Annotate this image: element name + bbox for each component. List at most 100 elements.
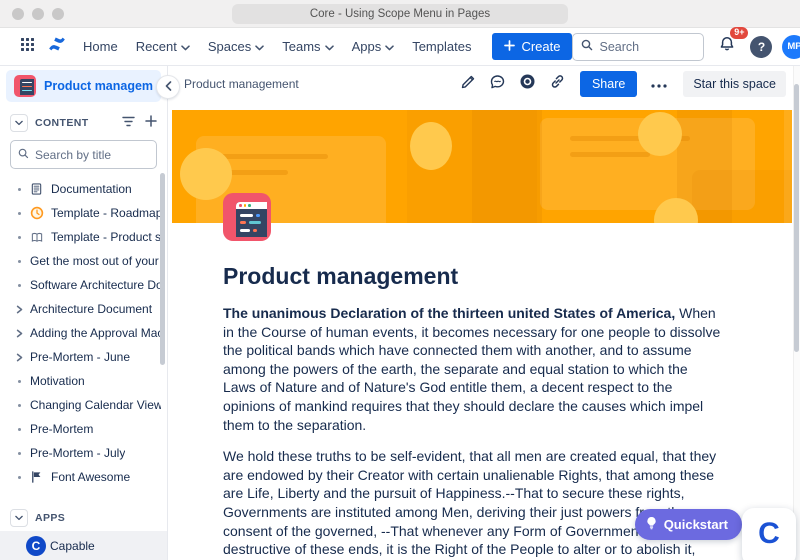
page-title-label: Pre-Mortem - June <box>30 350 131 364</box>
window-controls[interactable] <box>12 7 64 20</box>
minimize-window-button[interactable] <box>32 7 44 20</box>
close-window-button[interactable] <box>12 7 24 20</box>
search-icon <box>18 146 29 164</box>
notifications-button[interactable]: 9+ <box>714 26 749 60</box>
grid-icon <box>20 37 35 57</box>
window-title: Core - Using Scope Menu in Pages <box>231 3 569 24</box>
edit-button[interactable] <box>456 72 480 96</box>
capable-logo-icon: C <box>26 536 46 556</box>
page-title-label: Motivation <box>30 374 85 388</box>
sidebar-search-input[interactable] <box>35 147 149 162</box>
paragraph-1-lead: The unanimous Declaration of the thirtee… <box>223 305 676 321</box>
page-title-label: Pre-Mortem - July <box>30 446 126 460</box>
question-mark-icon: ? <box>757 39 766 54</box>
space-icon <box>14 75 36 97</box>
confluence-logo[interactable] <box>44 34 70 60</box>
nav-item[interactable]: Templates <box>403 33 480 60</box>
notification-badge: 9+ <box>730 26 749 39</box>
page-title-label: Get the most out of your tea... <box>30 254 161 268</box>
page-title-label: Template - Product stra... <box>51 230 161 244</box>
nav-item-label: Home <box>83 39 118 54</box>
sidebar-page-item[interactable]: Get the most out of your tea... <box>0 249 167 273</box>
page-title-label: Documentation <box>51 182 132 196</box>
capable-widget-icon: C <box>758 517 780 550</box>
search-icon <box>581 38 593 56</box>
apps-collapse-toggle[interactable] <box>10 509 28 527</box>
tree-marker[interactable] <box>14 235 24 239</box>
tree-marker[interactable] <box>14 211 24 215</box>
app-item-label: Capable <box>50 539 95 553</box>
zoom-window-button[interactable] <box>52 7 64 20</box>
create-button[interactable]: Create <box>492 33 573 60</box>
tree-marker[interactable] <box>14 475 24 479</box>
breadcrumb[interactable]: Product management <box>184 77 299 91</box>
sidebar-page-item[interactable]: Pre-Mortem - June <box>0 345 167 369</box>
filter-icon[interactable] <box>122 114 135 132</box>
nav-item[interactable]: Home <box>74 33 127 60</box>
quickstart-button[interactable]: Quickstart <box>634 509 742 540</box>
confluence-icon <box>48 36 66 57</box>
sidebar-page-item[interactable]: Template - Product stra... <box>0 225 167 249</box>
tree-marker[interactable] <box>14 427 24 431</box>
capable-widget-button[interactable]: C <box>742 508 796 560</box>
sidebar-page-item[interactable]: Template - Roadmap <box>0 201 167 225</box>
link-icon <box>549 73 566 95</box>
create-button-label: Create <box>521 39 561 54</box>
nav-items: Home Recent Spaces Teams Apps Templates <box>74 33 480 60</box>
content-collapse-toggle[interactable] <box>10 114 28 132</box>
tree-marker[interactable] <box>14 259 24 263</box>
search-input[interactable] <box>599 39 696 54</box>
sidebar-page-item[interactable]: Adding the Approval Macro <box>0 321 167 345</box>
nav-item[interactable]: Teams <box>273 33 342 60</box>
space-header[interactable]: Product management <box>6 70 161 102</box>
watch-button[interactable] <box>516 72 540 96</box>
global-search[interactable] <box>572 32 705 61</box>
apps-section-header: APPS <box>0 501 167 531</box>
sidebar-app-capable[interactable]: C Capable <box>0 531 167 560</box>
sidebar-search[interactable] <box>10 140 157 169</box>
main-scrollbar[interactable] <box>794 84 799 352</box>
comment-icon <box>489 74 506 95</box>
page-emoji-icon <box>30 182 45 196</box>
star-space-button[interactable]: Star this space <box>683 71 786 97</box>
sidebar-page-item[interactable]: Motivation <box>0 369 167 393</box>
sidebar-page-item[interactable]: Documentation <box>0 177 167 201</box>
comment-button[interactable] <box>486 72 510 96</box>
tree-marker[interactable] <box>14 403 24 407</box>
nav-item[interactable]: Apps <box>343 33 404 60</box>
sidebar-page-item[interactable]: Architecture Document <box>0 297 167 321</box>
sidebar-page-item[interactable]: Changing Calendar View O... <box>0 393 167 417</box>
tree-marker[interactable] <box>14 329 24 338</box>
tree-marker[interactable] <box>14 305 24 314</box>
tree-marker[interactable] <box>14 353 24 362</box>
avatar-initials: MP <box>787 41 800 52</box>
tree-marker[interactable] <box>14 283 24 287</box>
more-options-button[interactable] <box>647 72 671 96</box>
help-button[interactable]: ? <box>750 35 773 58</box>
tree-marker[interactable] <box>14 451 24 455</box>
add-page-icon[interactable] <box>145 114 157 132</box>
tree-marker[interactable] <box>14 187 24 191</box>
nav-item-label: Templates <box>412 39 472 54</box>
ellipsis-icon <box>651 75 667 93</box>
nav-item[interactable]: Spaces <box>199 33 273 60</box>
sidebar-page-item[interactable]: Pre-Mortem - July <box>0 441 167 465</box>
app-switcher-button[interactable] <box>14 34 40 60</box>
collapse-sidebar-button[interactable] <box>156 75 180 99</box>
share-button[interactable]: Share <box>579 71 638 97</box>
copy-link-button[interactable] <box>546 72 570 96</box>
user-avatar[interactable]: MP <box>782 34 800 59</box>
content-section-label: CONTENT <box>35 117 89 129</box>
tree-marker[interactable] <box>14 379 24 383</box>
sidebar-page-item[interactable]: Software Architecture Docu... <box>0 273 167 297</box>
sidebar-page-item[interactable]: Pre-Mortem <box>0 417 167 441</box>
nav-item[interactable]: Recent <box>127 33 199 60</box>
sidebar-scrollbar[interactable] <box>160 173 165 365</box>
page-header-bar: Product management Share Star this space <box>168 66 800 102</box>
lightbulb-icon <box>645 516 658 533</box>
sidebar-page-item[interactable]: Font Awesome <box>0 465 167 489</box>
page-app-icon <box>223 193 271 241</box>
chevron-down-icon <box>324 39 334 54</box>
nav-item-label: Apps <box>351 39 382 54</box>
main-content: Product management Share Star this space… <box>168 66 800 560</box>
